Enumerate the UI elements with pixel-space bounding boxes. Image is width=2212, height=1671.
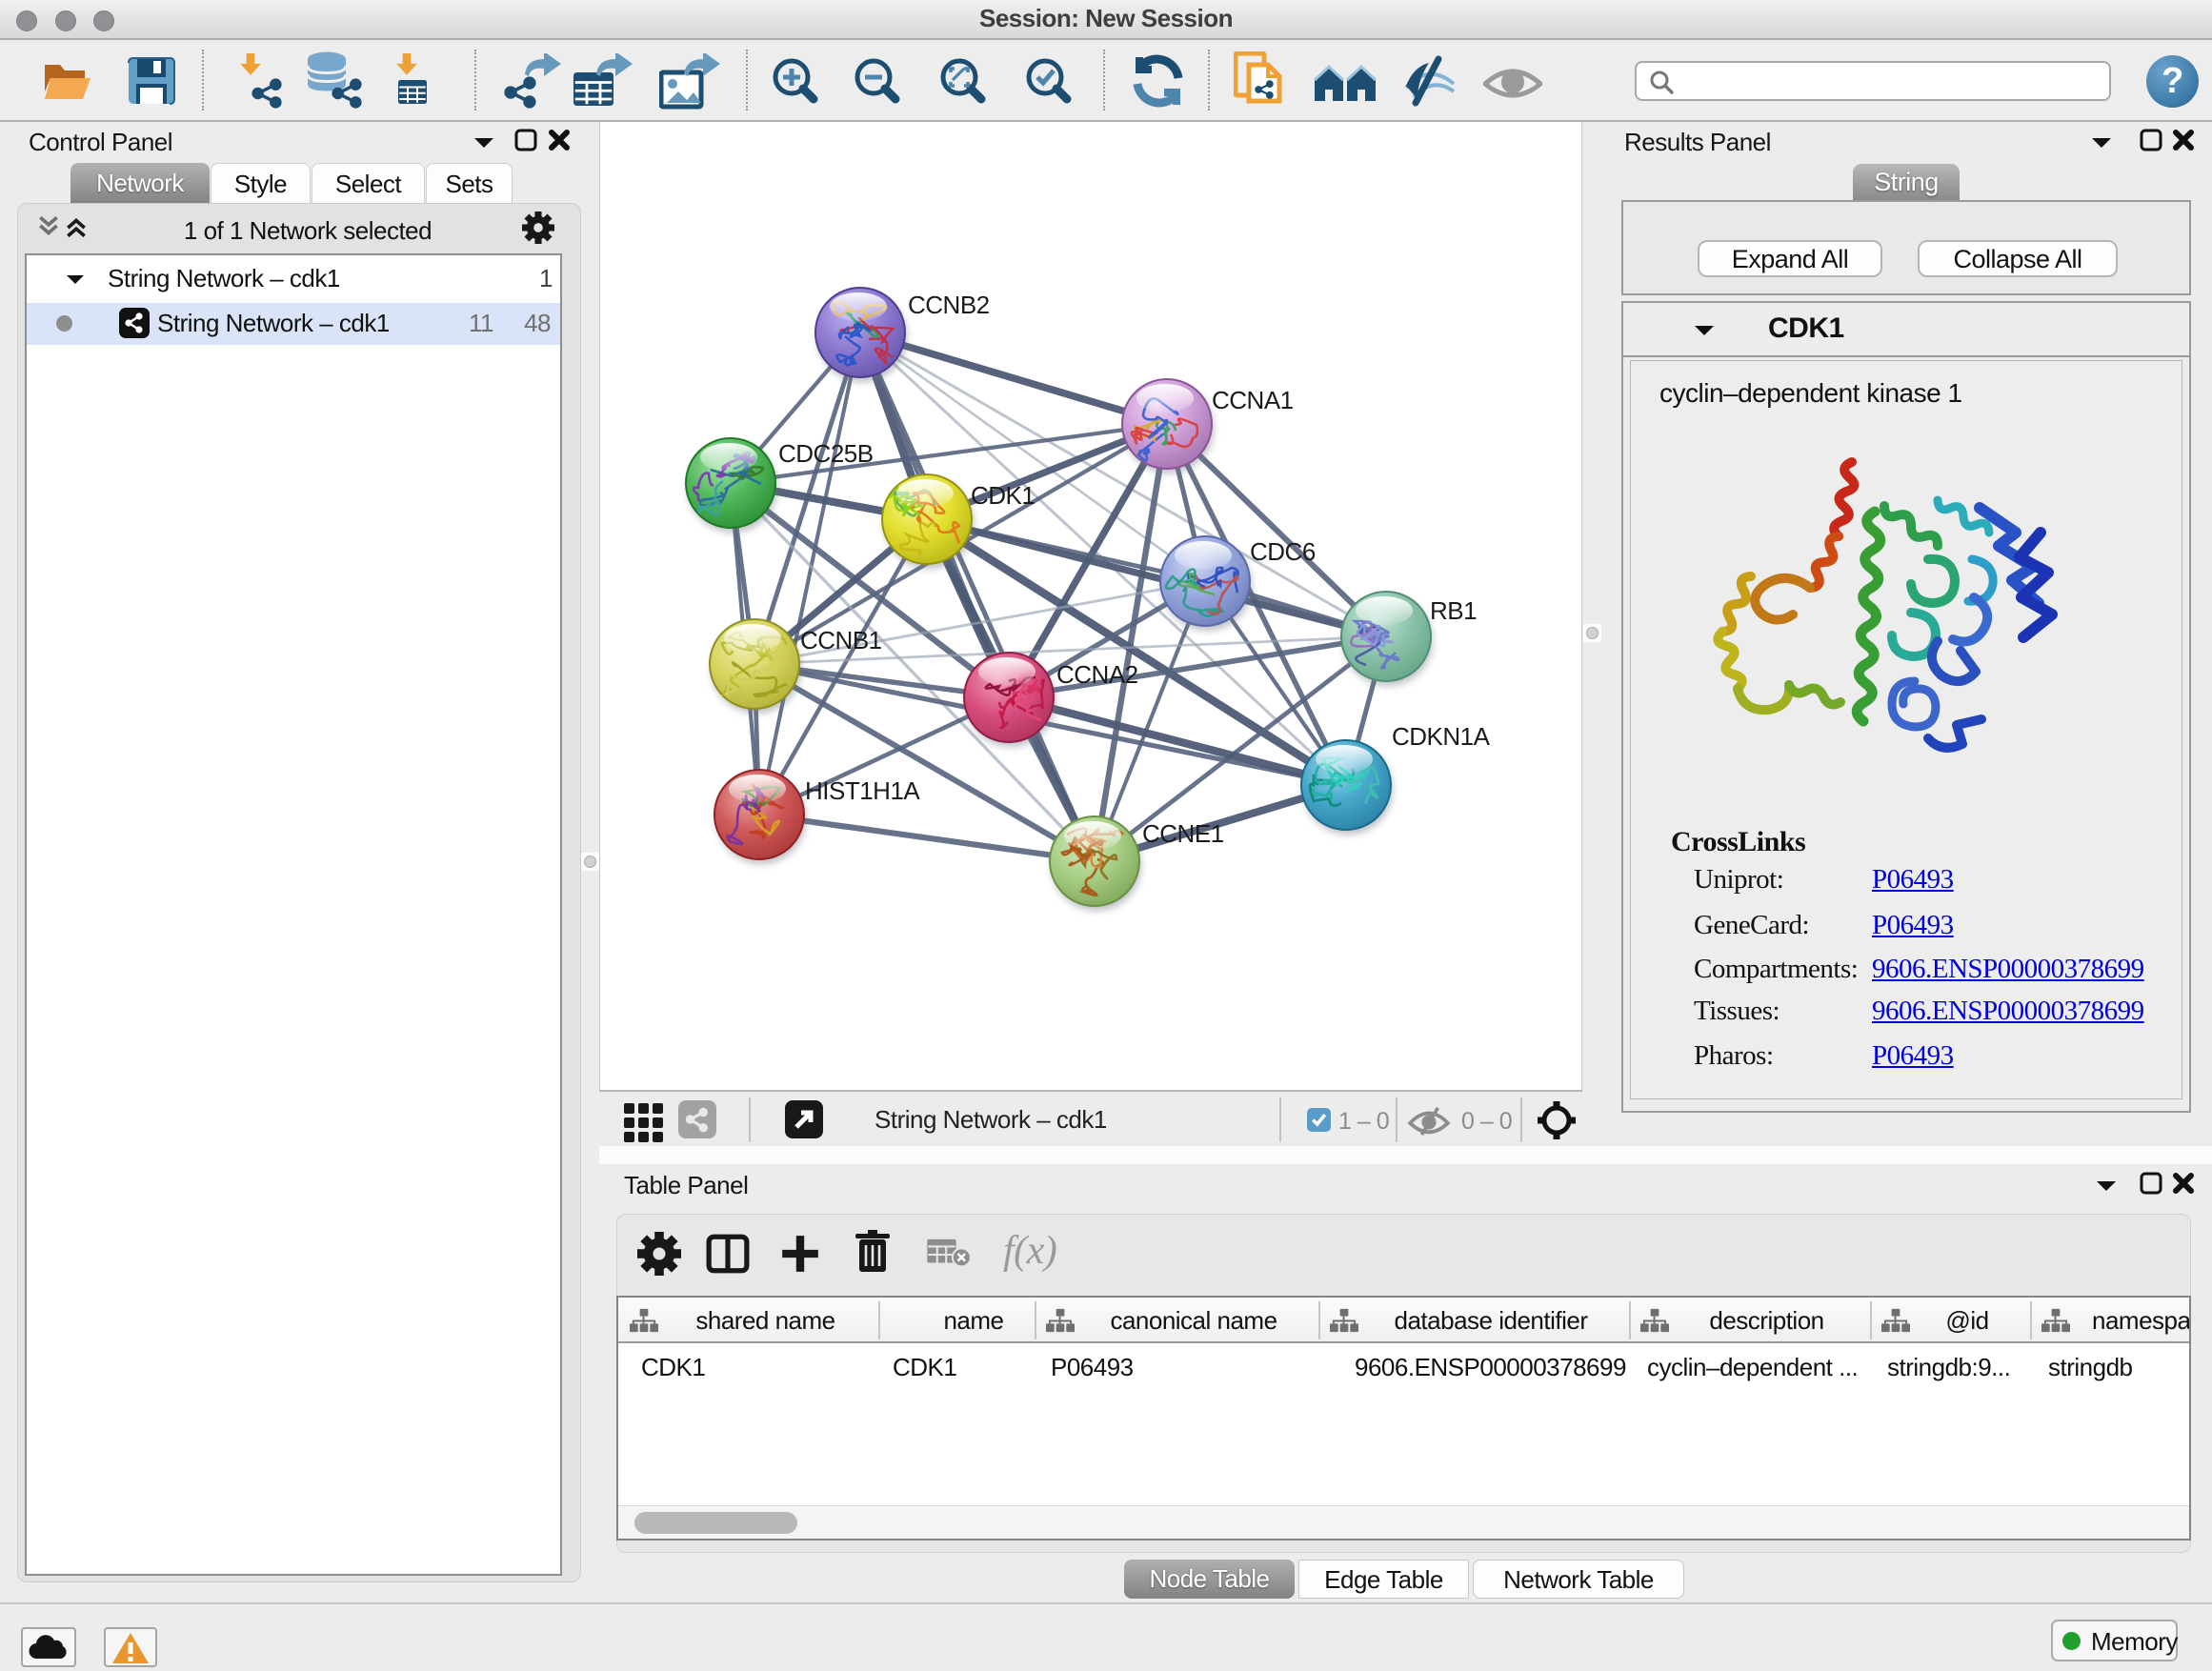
svg-text:CDKN1A: CDKN1A xyxy=(1392,722,1491,751)
svg-text:CCNE1: CCNE1 xyxy=(1142,819,1224,848)
svg-text:HIST1H1A: HIST1H1A xyxy=(805,776,920,805)
svg-text:CCNA1: CCNA1 xyxy=(1212,386,1294,414)
svg-text:CCNA2: CCNA2 xyxy=(1056,660,1138,689)
svg-text:CDC25B: CDC25B xyxy=(778,439,874,468)
svg-text:CDK1: CDK1 xyxy=(971,481,1035,510)
svg-text:RB1: RB1 xyxy=(1430,596,1477,625)
svg-text:CDC6: CDC6 xyxy=(1250,537,1316,566)
svg-text:CCNB2: CCNB2 xyxy=(908,291,990,319)
svg-text:CCNB1: CCNB1 xyxy=(800,626,882,654)
